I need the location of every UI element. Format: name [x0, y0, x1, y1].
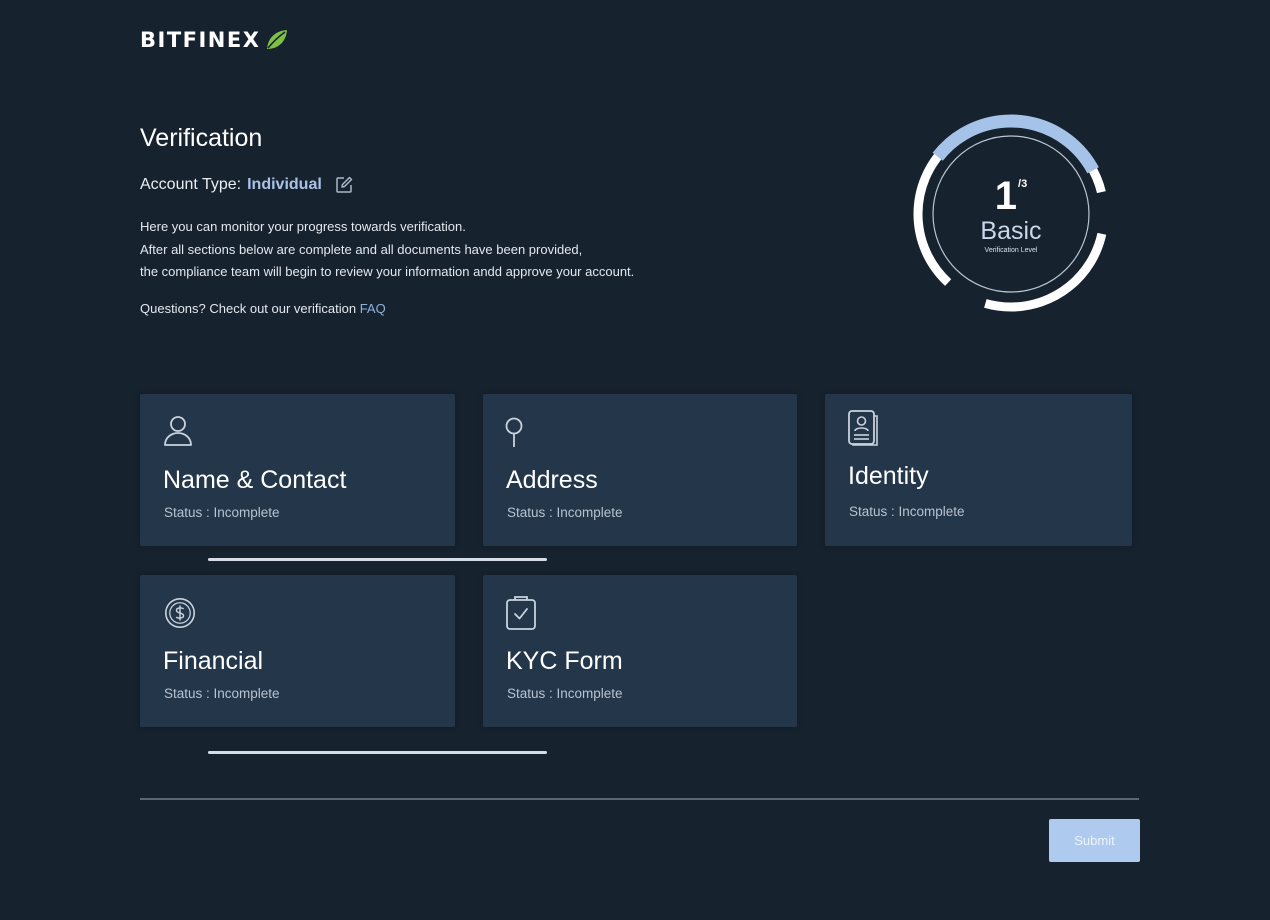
card-status: Status : Incomplete [507, 505, 623, 520]
card-title: Financial [163, 647, 264, 675]
level-total: /3 [1018, 178, 1028, 190]
intro-line: After all sections below are complete an… [140, 241, 583, 257]
level-info: 1 /3 Basic Verification Level [906, 109, 1116, 319]
level-name: Basic [980, 217, 1042, 245]
submit-button[interactable]: Submit [1049, 819, 1140, 862]
account-type-label: Account Type: [140, 176, 242, 193]
card-title: Name & Contact [163, 466, 347, 494]
clipboard-check-icon [506, 596, 536, 630]
logo-wordmark: BITFINEX [140, 28, 261, 52]
row-underline [208, 558, 547, 561]
person-icon [164, 416, 192, 446]
faq-prefix: Questions? Check out our verification [140, 301, 357, 316]
card-title: KYC Form [506, 647, 623, 675]
dollar-circle-icon [164, 597, 196, 629]
card-kyc-form[interactable]: KYC Form Status : Incomplete [483, 575, 797, 727]
card-status: Status : Incomplete [507, 686, 623, 701]
card-title: Identity [848, 462, 929, 490]
page-title: Verification [140, 124, 263, 152]
card-status: Status : Incomplete [849, 504, 965, 519]
bitfinex-logo[interactable]: BITFINEX [140, 28, 288, 52]
account-type-row: Account Type: Individual [140, 175, 354, 195]
id-document-icon [848, 410, 878, 446]
card-title: Address [506, 466, 598, 494]
footer-divider [140, 798, 1139, 800]
leaf-icon [267, 30, 288, 49]
faq-line: Questions? Check out our verification FA… [140, 301, 386, 316]
card-identity[interactable]: Identity Status : Incomplete [825, 394, 1132, 546]
row-underline [208, 751, 547, 754]
intro-line: Here you can monitor your progress towar… [140, 219, 466, 234]
verification-level-ring: 1 /3 Basic Verification Level [906, 109, 1116, 319]
faq-link[interactable]: FAQ [360, 301, 386, 316]
intro-text: Here you can monitor your progress towar… [140, 216, 634, 284]
level-caption: Verification Level [984, 247, 1038, 254]
card-address[interactable]: Address Status : Incomplete [483, 394, 797, 546]
card-financial[interactable]: Financial Status : Incomplete [140, 575, 455, 727]
map-pin-icon [505, 417, 523, 447]
card-status: Status : Incomplete [164, 686, 280, 701]
account-type-value: Individual [247, 176, 322, 193]
card-status: Status : Incomplete [164, 505, 280, 520]
level-count: 1 /3 [995, 176, 1027, 216]
edit-icon[interactable] [334, 175, 354, 195]
level-current: 1 [994, 174, 1018, 218]
intro-line: the compliance team will begin to review… [140, 264, 635, 279]
card-name-contact[interactable]: Name & Contact Status : Incomplete [140, 394, 455, 546]
